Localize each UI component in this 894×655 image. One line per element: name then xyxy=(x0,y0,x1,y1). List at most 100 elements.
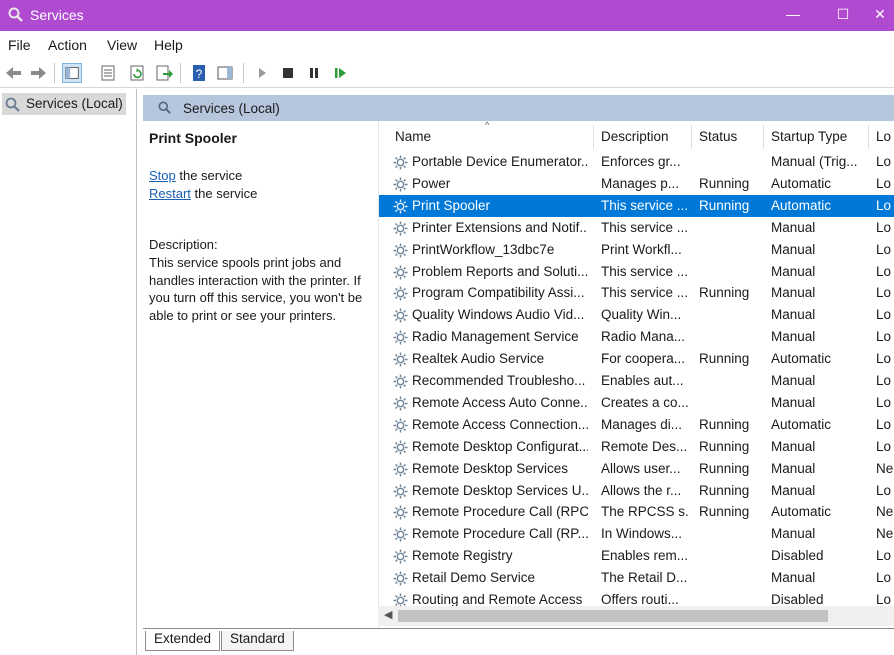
services-app-icon xyxy=(8,7,23,22)
close-button[interactable]: ✕ xyxy=(866,0,894,31)
menu-help-label: Help xyxy=(154,37,183,53)
cell-startup-type: Manual xyxy=(771,263,816,279)
restart-service-text: the service xyxy=(190,186,258,201)
cell-status: Running xyxy=(699,285,750,301)
forward-arrow-icon[interactable] xyxy=(28,63,48,83)
table-row[interactable]: Remote Access Auto Conne... Creates a co.… xyxy=(379,392,894,414)
cell-startup-type: Automatic xyxy=(771,416,832,432)
tree-item-services-local[interactable]: Services (Local) xyxy=(2,93,126,115)
cell-name: Program Compatibility Assi... xyxy=(412,285,585,301)
play-icon[interactable] xyxy=(252,63,272,83)
export-list-icon[interactable] xyxy=(154,63,174,83)
table-row[interactable]: Radio Management Service Radio Mana... Man… xyxy=(379,326,894,348)
cell-name: Printer Extensions and Notif... xyxy=(412,219,588,235)
cell-log-on-as: Lo xyxy=(876,592,892,607)
tab-extended[interactable]: Extended xyxy=(145,631,221,651)
table-row[interactable]: Print Spooler This service ... Running Auto… xyxy=(379,194,894,217)
view-tabs: Extended Standard xyxy=(143,628,894,655)
table-row[interactable]: Remote Access Connection... Manages di...… xyxy=(379,414,894,436)
cell-name: Recommended Troublesho... xyxy=(412,373,586,388)
cell-description: Allows user... xyxy=(601,460,681,476)
stop-service-link[interactable]: Stop xyxy=(149,168,176,183)
cell-name: Portable Device Enumerator... xyxy=(412,154,588,169)
table-row[interactable]: Power Manages p... Running Automatic Lo xyxy=(379,173,894,195)
cell-startup-type: Manual xyxy=(771,482,816,498)
table-row[interactable]: Quality Windows Audio Vid... Quality Win.… xyxy=(379,304,894,326)
cell-name: Remote Desktop Configurat... xyxy=(412,438,588,454)
cell-name: Print Spooler xyxy=(412,197,491,213)
table-row[interactable]: Retail Demo Service The Retail D... Manual… xyxy=(379,567,894,589)
cell-startup-type: Manual xyxy=(771,394,816,410)
service-gear-icon xyxy=(392,395,409,412)
cell-log-on-as: Lo xyxy=(876,438,892,454)
cell-description: Quality Win... xyxy=(601,307,682,323)
column-header-startup-type[interactable]: Startup Type xyxy=(771,129,847,144)
table-row[interactable]: Remote Registry Enables rem... Disabled Lo xyxy=(379,545,894,567)
table-row[interactable]: Remote Procedure Call (RP... In Windows..… xyxy=(379,523,894,545)
help-icon[interactable]: ? xyxy=(189,63,209,83)
cell-log-on-as: Lo xyxy=(876,263,892,279)
service-gear-icon xyxy=(392,504,409,521)
cell-description: Creates a co... xyxy=(601,394,689,410)
service-gear-icon xyxy=(392,351,409,368)
cell-startup-type: Automatic xyxy=(771,197,832,213)
menu-help[interactable]: Help xyxy=(154,37,183,53)
cell-log-on-as: Ne xyxy=(876,460,894,476)
restart-icon[interactable] xyxy=(330,63,350,83)
table-row[interactable]: Problem Reports and Soluti... This servic… xyxy=(379,261,894,283)
column-header-status[interactable]: Status xyxy=(699,129,737,144)
cell-description: This service ... xyxy=(601,197,689,213)
table-row[interactable]: Remote Desktop Configurat... Remote Des..… xyxy=(379,436,894,458)
tab-standard[interactable]: Standard xyxy=(221,631,294,651)
cell-description: Radio Mana... xyxy=(601,329,686,345)
cell-startup-type: Manual xyxy=(771,526,816,542)
horizontal-scrollbar[interactable]: ◀ xyxy=(378,606,894,626)
column-header-name[interactable]: Name xyxy=(395,129,431,144)
table-row[interactable]: Program Compatibility Assi... This servic… xyxy=(379,282,894,304)
menu-view[interactable]: View xyxy=(107,37,137,53)
table-row[interactable]: PrintWorkflow_13dbc7e Print Workfl... Manu… xyxy=(379,239,894,261)
stop-icon[interactable] xyxy=(278,63,298,83)
column-divider[interactable] xyxy=(691,125,692,149)
menu-action[interactable]: Action xyxy=(48,37,87,53)
pause-icon[interactable] xyxy=(304,63,324,83)
column-divider[interactable] xyxy=(763,125,764,149)
cell-name: Remote Desktop Services U... xyxy=(412,482,588,498)
column-header-description[interactable]: Description xyxy=(601,129,669,144)
cell-startup-type: Manual xyxy=(771,329,816,345)
cell-name: Remote Registry xyxy=(412,548,513,564)
table-row[interactable]: Recommended Troublesho... Enables aut... M… xyxy=(379,370,894,392)
maximize-button[interactable]: ☐ xyxy=(820,0,866,31)
table-row[interactable]: Realtek Audio Service For coopera... Runni… xyxy=(379,348,894,370)
restart-service-link[interactable]: Restart xyxy=(149,186,191,201)
cell-status: Running xyxy=(699,351,750,367)
cell-log-on-as: Ne xyxy=(876,504,894,520)
table-row[interactable]: Remote Procedure Call (RPC) The RPCSS s..… xyxy=(379,501,894,523)
cell-status: Running xyxy=(699,504,750,520)
service-gear-icon xyxy=(392,373,409,390)
column-header-log-on-as[interactable]: Lo xyxy=(876,129,891,144)
service-gear-icon xyxy=(392,176,409,193)
cell-description: The Retail D... xyxy=(601,570,688,586)
scrollbar-thumb[interactable] xyxy=(398,610,828,622)
properties-icon[interactable] xyxy=(98,63,118,83)
back-arrow-icon[interactable] xyxy=(4,63,24,83)
column-divider[interactable] xyxy=(868,125,869,149)
show-action-pane-icon[interactable] xyxy=(215,63,235,83)
pane-header-title: Services (Local) xyxy=(183,101,280,116)
service-gear-icon xyxy=(392,417,409,434)
menu-file[interactable]: File xyxy=(8,37,31,53)
scroll-left-icon[interactable]: ◀ xyxy=(384,608,392,621)
cell-description: Enforces gr... xyxy=(601,154,681,169)
table-row[interactable]: Portable Device Enumerator... Enforces gr… xyxy=(379,151,894,173)
table-row[interactable]: Remote Desktop Services Allows user... Run… xyxy=(379,458,894,480)
column-divider[interactable] xyxy=(593,125,594,149)
show-hide-console-tree-icon[interactable] xyxy=(62,63,82,83)
cell-startup-type: Automatic xyxy=(771,351,832,367)
refresh-icon[interactable] xyxy=(127,63,147,83)
cell-name: Quality Windows Audio Vid... xyxy=(412,307,585,323)
cell-description: In Windows... xyxy=(601,526,683,542)
table-row[interactable]: Remote Desktop Services U... Allows the r… xyxy=(379,480,894,502)
table-row[interactable]: Printer Extensions and Notif... This serv… xyxy=(379,217,894,239)
minimize-button[interactable]: — xyxy=(770,0,816,31)
